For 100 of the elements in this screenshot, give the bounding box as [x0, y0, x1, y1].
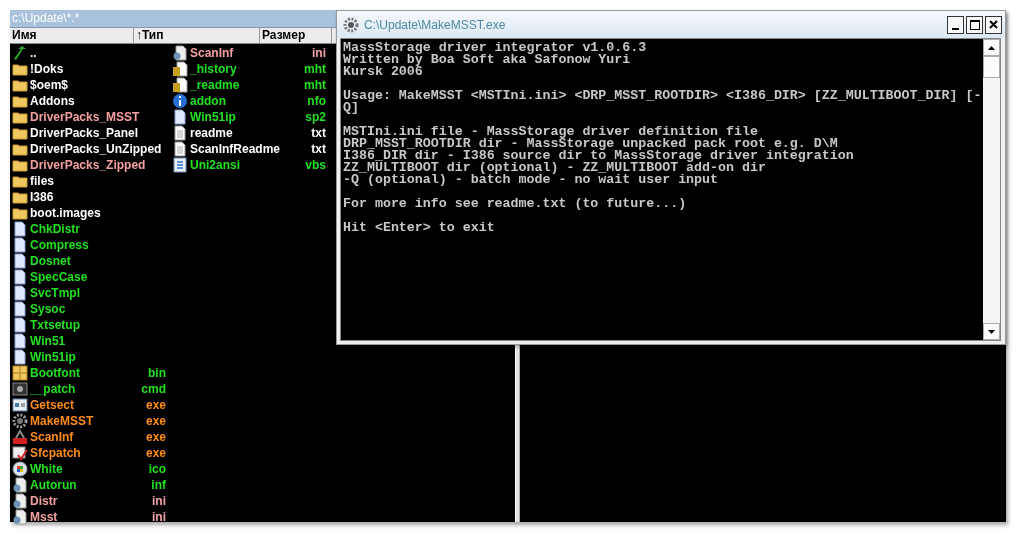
windows-logo-icon	[12, 461, 28, 477]
document-icon	[12, 221, 28, 237]
document-icon	[12, 253, 28, 269]
folder-icon	[12, 125, 28, 141]
folder-icon	[12, 189, 28, 205]
file-name[interactable]: !Doks	[30, 62, 170, 76]
window-icon	[12, 397, 28, 413]
file-name[interactable]: DriverPacks_Zipped	[30, 158, 170, 172]
file-name[interactable]: Win51ip	[30, 350, 170, 364]
console-line: For more info see readme.txt (to future...)	[343, 198, 688, 210]
column-header[interactable]: ↑Тип	[134, 28, 260, 43]
file-extension: ini	[312, 46, 327, 60]
console-line: -Q (optional) - batch mode - no wait user input	[343, 174, 720, 186]
file-name[interactable]: boot.images	[30, 206, 170, 220]
text-file-icon	[172, 125, 188, 141]
column-header[interactable]: Размер	[260, 28, 332, 43]
file-name[interactable]: Bootfont	[30, 366, 148, 380]
grid-icon	[12, 365, 28, 381]
file-extension: txt	[311, 142, 327, 156]
file-name[interactable]: Dosnet	[30, 254, 170, 268]
minimize-button[interactable]	[947, 15, 964, 34]
document-icon	[12, 285, 28, 301]
file-name[interactable]: Autorun	[30, 478, 152, 492]
maximize-icon	[969, 19, 980, 30]
file-name[interactable]: _history	[190, 62, 304, 76]
file-name[interactable]: White	[30, 462, 149, 476]
file-name[interactable]: _readme	[190, 78, 304, 92]
file-name[interactable]: Txtsetup	[30, 318, 170, 332]
checklist-icon	[12, 445, 28, 461]
file-name[interactable]: Sysoc	[30, 302, 170, 316]
file-extension: txt	[311, 126, 327, 140]
info-icon	[172, 93, 188, 109]
file-name[interactable]: DriverPacks_MSST	[30, 110, 170, 124]
folder-icon	[12, 109, 28, 125]
maximize-button[interactable]	[966, 15, 983, 34]
file-name[interactable]: Sfcpatch	[30, 446, 146, 460]
file-extension: inf	[151, 478, 167, 492]
file-extension: exe	[145, 430, 167, 444]
file-name[interactable]: Win51	[30, 334, 170, 348]
console-line: Q]	[343, 102, 359, 114]
file-name[interactable]: Distr	[30, 494, 152, 508]
document-icon	[12, 269, 28, 285]
file-name[interactable]: Compress	[30, 238, 170, 252]
document-icon	[12, 317, 28, 333]
console-line: I386_DIR dir - I386 source dir to MassStorage driver integration	[343, 150, 855, 162]
file-name[interactable]: Win51ip	[190, 110, 306, 124]
console-line: Written by Boa Soft aka Safonow Yuri	[343, 54, 632, 66]
up-arrow-icon	[988, 45, 995, 50]
scroll-thumb[interactable]	[983, 56, 1000, 78]
down-arrow-icon	[988, 329, 995, 334]
file-extension: bin	[148, 366, 167, 380]
file-name[interactable]: files	[30, 174, 170, 188]
folder-icon	[12, 93, 28, 109]
file-extension: exe	[145, 414, 167, 428]
file-extension: sp2	[305, 110, 327, 124]
close-button[interactable]	[985, 15, 1002, 34]
file-extension: ico	[148, 462, 167, 476]
file-name[interactable]: ..	[30, 46, 170, 60]
file-name[interactable]: __patch	[30, 382, 142, 396]
file-extension: mht	[304, 78, 327, 92]
scroll-up-button[interactable]	[983, 39, 1000, 56]
file-name[interactable]: readme	[190, 126, 312, 140]
file-name[interactable]: MakeMSST	[30, 414, 146, 428]
console-line: Hit <Enter> to exit	[343, 222, 496, 234]
file-name[interactable]: ScanInf	[190, 46, 312, 60]
file-name[interactable]: Uni2ansi	[190, 158, 306, 172]
file-name[interactable]: DriverPacks_UnZipped	[30, 142, 170, 156]
console-line: MassStorage driver integrator v1.0.6.3	[343, 42, 648, 54]
file-name[interactable]: Getsect	[30, 398, 146, 412]
file-extension: cmd	[141, 382, 167, 396]
console-line: Kursk 2006	[343, 66, 424, 78]
file-name[interactable]: Addons	[30, 94, 170, 108]
console-line: MSTIni.ini file - MassStorage driver definition file	[343, 126, 758, 138]
column-header[interactable]: Имя	[10, 28, 134, 43]
file-name[interactable]: ChkDistr	[30, 222, 170, 236]
gear-icon	[343, 16, 359, 33]
close-icon	[989, 20, 998, 29]
document-icon	[172, 109, 188, 125]
folder-icon	[12, 173, 28, 189]
file-name[interactable]: DriverPacks_Panel	[30, 126, 170, 140]
file-name[interactable]: SpecCase	[30, 270, 170, 284]
file-extension: exe	[145, 398, 167, 412]
file-name[interactable]: SvcTmpl	[30, 286, 170, 300]
console-line: ZZ_MULTIBOOT dir (optional) - ZZ_MULTIBOOT add-on dir	[343, 162, 766, 174]
file-name[interactable]: ScanInfReadme	[190, 142, 312, 156]
document-icon	[12, 237, 28, 253]
document-icon	[12, 349, 28, 365]
file-extension: vbs	[305, 158, 327, 172]
folder-icon	[12, 157, 28, 173]
console-icon	[12, 381, 28, 397]
gear-icon	[12, 413, 28, 429]
file-name[interactable]: I386	[30, 190, 170, 204]
folder-icon	[12, 77, 28, 93]
file-extension: ini	[152, 510, 167, 524]
file-extension: exe	[145, 446, 167, 460]
file-name[interactable]: addon	[190, 94, 308, 108]
scroll-down-button[interactable]	[983, 323, 1000, 340]
file-name[interactable]: $oem$	[30, 78, 170, 92]
file-name[interactable]: Msst	[30, 510, 152, 524]
file-name[interactable]: ScanInf	[30, 430, 146, 444]
